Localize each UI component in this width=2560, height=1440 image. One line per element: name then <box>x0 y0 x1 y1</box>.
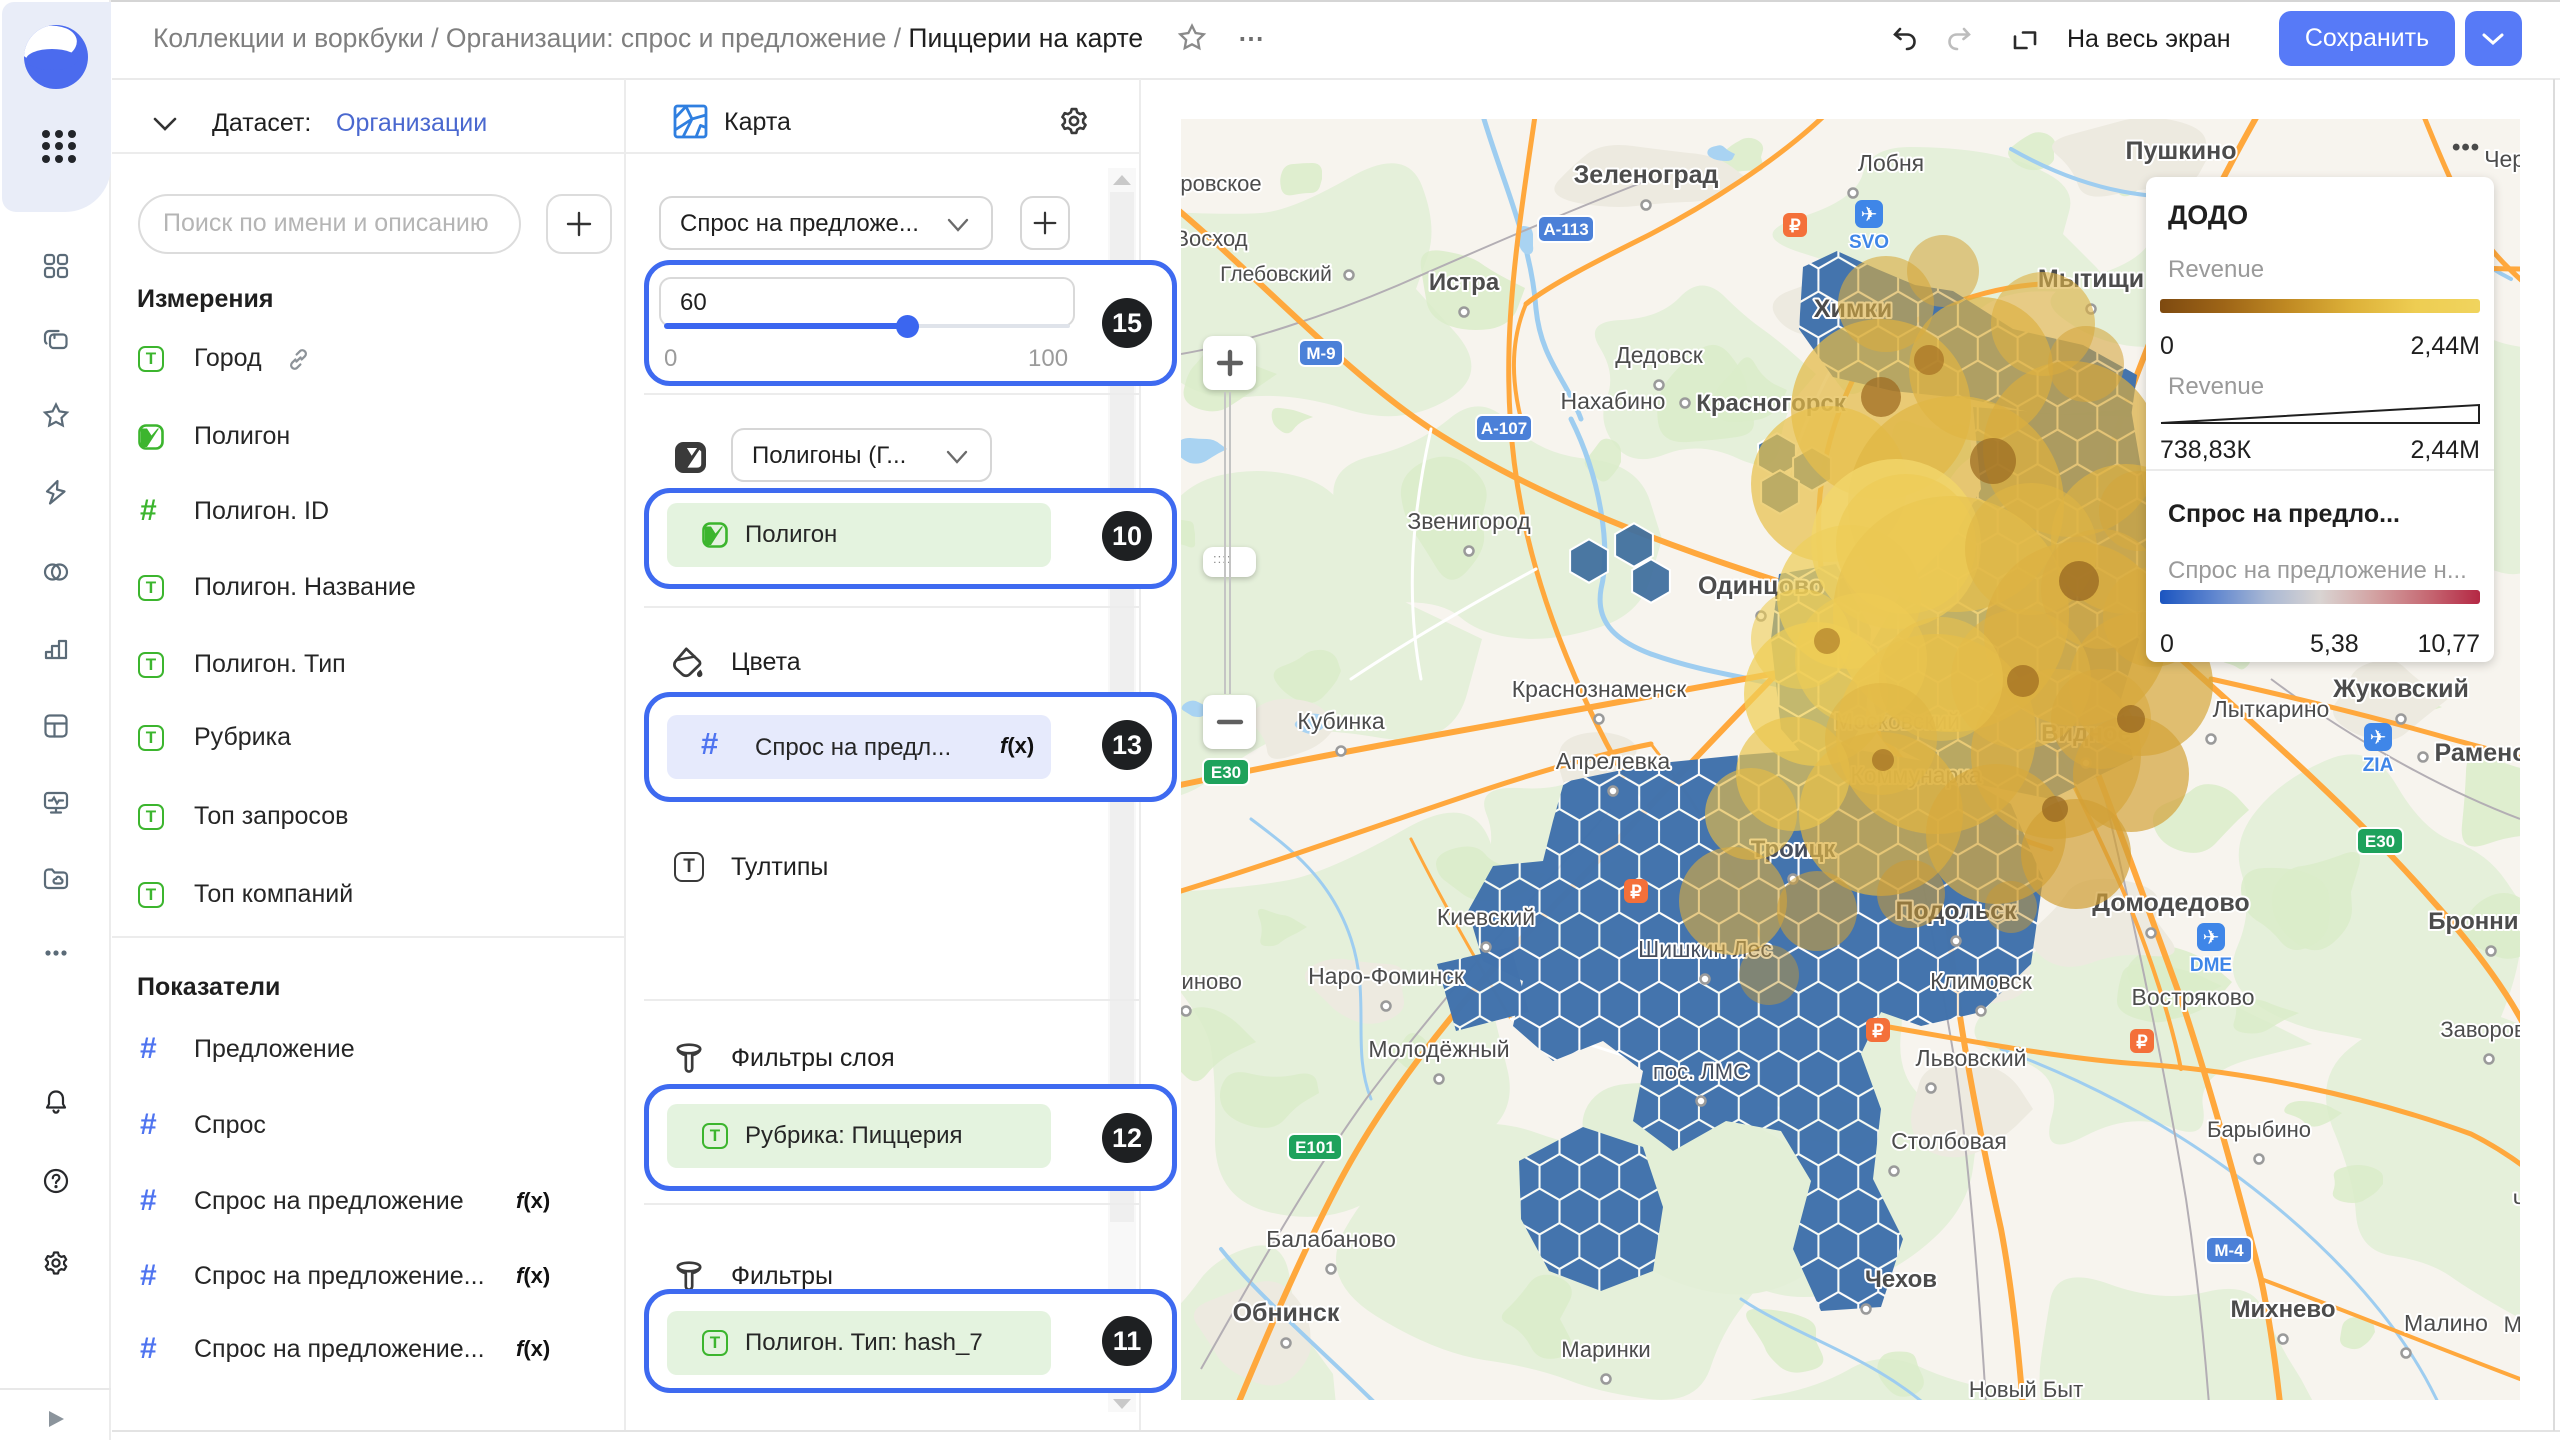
svg-text:Молодёжный: Молодёжный <box>1368 1036 1509 1062</box>
svg-text:Бронницы: Бронницы <box>2428 908 2520 935</box>
svg-text:Востряково: Востряково <box>2131 984 2254 1010</box>
svg-text:Ме: Ме <box>2504 1312 2520 1337</box>
svg-text:Маринки: Маринки <box>1561 1337 1650 1362</box>
svg-text:Е30: Е30 <box>2365 832 2395 851</box>
svg-text:Жуковский: Жуковский <box>2332 675 2469 703</box>
svg-text:Нахабино: Нахабино <box>1561 388 1666 414</box>
svg-text:Домодедово: Домодедово <box>2092 889 2249 917</box>
svg-text:М-4: М-4 <box>2214 1241 2244 1260</box>
svg-text:Че: Че <box>2513 1189 2520 1214</box>
svg-text:✈: ✈ <box>2370 727 2387 749</box>
svg-text:пос. ЛМС: пос. ЛМС <box>1653 1059 1749 1084</box>
svg-text:Михнево: Михнево <box>2230 1296 2335 1323</box>
svg-text:Апрелевка: Апрелевка <box>1556 748 1671 774</box>
svg-text:А-113: А-113 <box>1543 220 1588 239</box>
svg-text:Киевский: Киевский <box>1437 904 1535 930</box>
svg-text:чиново: чиново <box>1181 969 1242 994</box>
svg-text:Кубинка: Кубинка <box>1297 708 1384 734</box>
svg-text:Малино: Малино <box>2404 1310 2488 1336</box>
svg-text:ровское: ровское <box>1181 171 1262 196</box>
svg-text:₽: ₽ <box>1789 216 1801 236</box>
svg-text:₽: ₽ <box>1872 1021 1884 1041</box>
svg-text:Истра: Истра <box>1429 269 1500 296</box>
svg-text:Лыткарино: Лыткарино <box>2213 696 2330 722</box>
svg-text:Климовск: Климовск <box>1930 968 2033 994</box>
svg-text:DME: DME <box>2190 955 2232 976</box>
svg-text:Наро-Фоминск: Наро-Фоминск <box>1308 963 1465 989</box>
svg-text:₽: ₽ <box>1630 882 1642 902</box>
svg-text:Столбовая: Столбовая <box>1891 1128 2007 1154</box>
svg-text:Глебовский: Глебовский <box>1220 263 1332 286</box>
svg-text:Зеленоград: Зеленоград <box>1574 161 1719 189</box>
svg-text:Дедовск: Дедовск <box>1615 342 1704 368</box>
svg-text:SVO: SVO <box>1849 232 1889 253</box>
svg-text:Восход: Восход <box>1181 226 1248 251</box>
svg-text:Львовский: Львовский <box>1915 1045 2026 1071</box>
svg-text:Чехов: Чехов <box>1865 1266 1937 1293</box>
svg-text:А-107: А-107 <box>1481 419 1527 438</box>
svg-text:Заворово: Заворово <box>2440 1017 2520 1042</box>
svg-text:✈: ✈ <box>1861 204 1878 226</box>
svg-text:Раменское: Раменское <box>2434 739 2520 767</box>
svg-text:✈: ✈ <box>2203 927 2220 949</box>
svg-text:Краснознаменск: Краснознаменск <box>1512 676 1688 702</box>
svg-text:Новый Быт: Новый Быт <box>1969 1377 2083 1400</box>
svg-text:ZIA: ZIA <box>2363 755 2394 776</box>
svg-text:Звенигород: Звенигород <box>1407 508 1531 534</box>
svg-text:Барыбино: Барыбино <box>2207 1117 2311 1142</box>
svg-text:Е30: Е30 <box>1211 763 1241 782</box>
svg-text:М-9: М-9 <box>1306 344 1335 363</box>
svg-text:Лобня: Лобня <box>1858 150 1924 176</box>
svg-text:Обнинск: Обнинск <box>1233 1299 1340 1327</box>
svg-text:Е101: Е101 <box>1295 1138 1335 1157</box>
svg-text:₽: ₽ <box>2136 1032 2148 1052</box>
svg-text:Черн: Черн <box>2484 146 2520 172</box>
svg-text:Балабаново: Балабаново <box>1266 1226 1396 1252</box>
svg-text:Пушкино: Пушкино <box>2126 137 2237 165</box>
